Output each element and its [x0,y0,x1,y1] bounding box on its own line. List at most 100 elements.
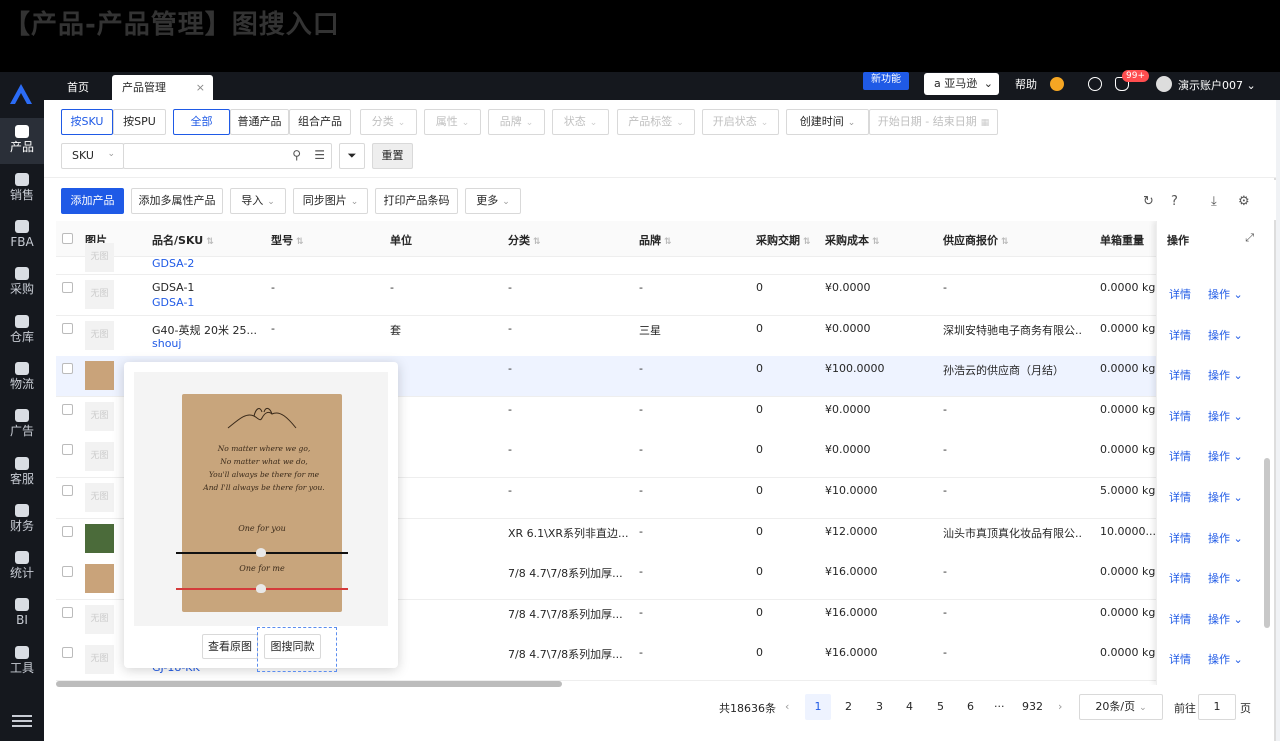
product-thumbnail[interactable]: 无图 [85,320,114,350]
action-menu[interactable]: 操作 ⌄ [1208,489,1243,505]
vertical-scrollbar[interactable] [1264,458,1270,628]
next-page-icon[interactable]: › [1058,700,1062,713]
store-selector[interactable]: a 亚马逊 ⌄ [924,73,999,95]
help-icon[interactable]: ? [1171,194,1178,209]
row-checkbox[interactable] [62,363,73,375]
product-thumbnail[interactable] [85,523,114,553]
attribute-select[interactable]: 属性 ⌄ [424,109,481,135]
detail-link[interactable]: 详情 [1169,367,1191,383]
download-icon[interactable] [1088,77,1102,91]
horizontal-scrollbar[interactable] [56,681,562,687]
search-input[interactable]: ⚲ ☰ [123,143,332,169]
product-thumbnail[interactable]: 无图 [85,604,114,634]
action-menu[interactable]: 操作 ⌄ [1208,327,1243,343]
add-multi-product-button[interactable]: 添加多属性产品 [131,188,223,214]
created-time-select[interactable]: 创建时间 ⌄ [786,109,869,135]
column-header[interactable]: 分类 ⇅ [508,232,541,248]
column-header[interactable]: 品牌 ⇅ [639,232,672,248]
add-product-button[interactable]: 添加产品 [61,188,124,214]
row-checkbox[interactable] [62,485,73,496]
row-checkbox[interactable] [62,647,73,659]
product-thumbnail[interactable]: 无图 [85,483,114,512]
goto-input[interactable]: 1 [1198,694,1236,720]
sidebar-item-sales[interactable]: 销售 [0,166,44,212]
sidebar-item-finance[interactable]: 财务 [0,497,44,543]
type-normal-button[interactable]: 普通产品 [230,109,289,135]
expand-icon[interactable]: ⤢ [1245,231,1254,245]
advanced-filter-button[interactable]: ⏷ [339,143,365,169]
action-menu[interactable]: 操作 ⌄ [1208,651,1243,667]
row-checkbox[interactable] [62,606,73,618]
page-5[interactable]: 5 [937,700,944,713]
page-4[interactable]: 4 [906,700,913,713]
tag-select[interactable]: 产品标签 ⌄ [617,109,695,135]
sidebar-item-product[interactable]: 产品 [0,118,44,164]
date-range-picker[interactable]: 开始日期 - 结束日期 ▦ [869,109,998,135]
sku-link[interactable]: GDSA-1 [152,296,194,309]
detail-link[interactable]: 详情 [1169,651,1191,667]
sort-lines-icon[interactable]: ☰ [314,148,325,162]
row-checkbox[interactable] [62,444,73,456]
page-size-select[interactable]: 20条/页 ⌄ [1079,694,1163,720]
brand-select[interactable]: 品牌 ⌄ [488,109,545,135]
reset-button[interactable]: 重置 [372,143,413,169]
row-checkbox[interactable] [62,566,73,578]
detail-link[interactable]: 详情 [1169,489,1191,505]
page-6[interactable]: 6 [967,700,974,713]
sidebar-item-service[interactable]: 客服 [0,450,44,496]
action-menu[interactable]: 操作 ⌄ [1208,367,1243,383]
by-sku-button[interactable]: 按SKU [61,109,113,135]
sidebar-item-warehouse[interactable]: 仓库 [0,308,44,354]
sidebar-item-logistics[interactable]: 物流 [0,355,44,401]
detail-link[interactable]: 详情 [1169,530,1191,546]
table-row[interactable]: 无图 GDSA-2 [56,243,1260,275]
view-original-button[interactable]: 查看原图 [202,634,258,659]
thumbnail-placeholder[interactable]: 无图 [85,243,114,272]
row-checkbox[interactable] [62,525,73,537]
page-ellipsis[interactable]: ··· [994,700,1005,713]
prev-page-icon[interactable]: ‹ [785,700,789,713]
new-feature-badge[interactable]: 新功能 [863,72,909,90]
table-row[interactable]: 无图 G40-英规 20米 25... shouj - 套 - 三星 0 ¥0.0000 深圳安特… [56,315,1260,357]
detail-link[interactable]: 详情 [1169,448,1191,464]
product-thumbnail[interactable]: 无图 [85,280,114,309]
column-header[interactable]: 供应商报价 ⇅ [943,232,1009,248]
detail-link[interactable]: 详情 [1169,327,1191,343]
product-thumbnail[interactable] [85,564,114,594]
action-menu[interactable]: 操作 ⌄ [1208,530,1243,546]
detail-link[interactable]: 详情 [1169,408,1191,424]
detail-link[interactable]: 详情 [1169,286,1191,302]
print-barcode-button[interactable]: 打印产品条码 [375,188,458,214]
close-icon[interactable]: × [196,75,205,100]
download-icon[interactable]: ⤓ [1211,194,1217,209]
action-menu[interactable]: 操作 ⌄ [1208,286,1243,302]
product-thumbnail[interactable]: 无图 [85,442,114,472]
sync-image-button[interactable]: 同步图片 ⌄ [293,188,368,214]
avatar[interactable] [1156,76,1172,92]
menu-icon[interactable] [12,712,32,728]
page-3[interactable]: 3 [876,700,883,713]
column-header[interactable]: 采购成本 ⇅ [825,232,880,248]
column-header[interactable]: 品名/SKU ⇅ [152,232,214,248]
sidebar-item-stats[interactable]: 统计 [0,544,44,590]
support-icon[interactable] [1050,77,1064,91]
page-1[interactable]: 1 [805,694,831,720]
tab-product-management[interactable]: 产品管理 × [112,75,213,100]
help-link[interactable]: 帮助 [1015,76,1037,92]
sidebar-item-tools[interactable]: 工具 [0,639,44,685]
action-menu[interactable]: 操作 ⌄ [1208,448,1243,464]
table-row[interactable]: 无图 GDSA-1 GDSA-1 - - - - 0 ¥0.0000 - 0.0000 kg [56,275,1260,316]
status-select[interactable]: 状态 ⌄ [552,109,609,135]
sidebar-item-fba[interactable]: FBA [0,213,44,259]
page-last[interactable]: 932 [1022,700,1043,713]
sidebar-item-bi[interactable]: BI [0,591,44,637]
sku-link[interactable]: shouj [152,337,181,350]
detail-link[interactable]: 详情 [1169,611,1191,627]
more-button[interactable]: 更多 ⌄ [465,188,521,214]
action-menu[interactable]: 操作 ⌄ [1208,408,1243,424]
sidebar-item-ad[interactable]: 广告 [0,402,44,448]
detail-link[interactable]: 详情 [1169,570,1191,586]
column-header[interactable]: 采购交期 ⇅ [756,232,811,248]
search-field-select[interactable]: SKU ⌄ [61,143,124,169]
action-menu[interactable]: 操作 ⌄ [1208,570,1243,586]
